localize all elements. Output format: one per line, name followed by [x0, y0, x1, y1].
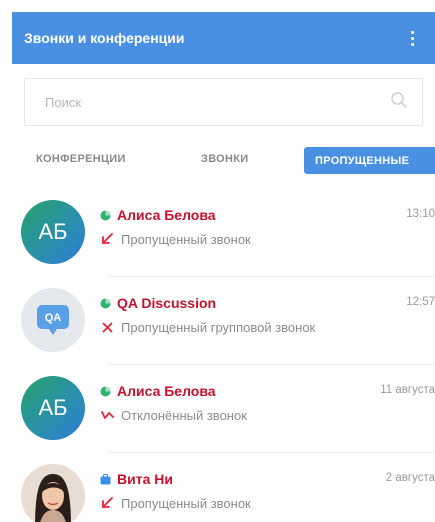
more-dot-icon — [410, 42, 414, 46]
tab-bar: КОНФЕРЕНЦИИ ЗВОНКИ ПРОПУЩЕННЫЕ — [12, 138, 435, 182]
call-description: Пропущенный групповой звонок — [121, 319, 316, 335]
item-content: Алиса Белова 13:10 Пропущенный звонок — [100, 206, 435, 247]
call-time: 13:10 — [406, 208, 435, 220]
chat-bubble-icon: QA — [37, 305, 69, 335]
online-status-icon — [100, 210, 111, 221]
call-description: Пропущенный звонок — [121, 495, 251, 511]
declined-call-icon — [100, 408, 114, 422]
contact-name: Вита Ни — [117, 471, 173, 487]
item-content: Вита Ни 2 августа Пропущенный звонок — [100, 470, 435, 511]
list-item[interactable]: Вита Ни 2 августа Пропущенный звонок — [12, 452, 435, 522]
more-dot-icon — [410, 36, 414, 40]
online-status-icon — [100, 298, 111, 309]
work-status-icon — [100, 473, 111, 485]
app-header: Звонки и конференции — [12, 12, 435, 64]
calls-app: Звонки и конференции КОНФЕРЕНЦИИ ЗВОНКИ … — [12, 12, 435, 522]
missed-group-call-x-icon — [100, 320, 114, 334]
contact-name: Алиса Белова — [117, 207, 216, 223]
page-title: Звонки и конференции — [24, 30, 185, 46]
tab-calls[interactable]: ЗВОНКИ — [201, 153, 248, 165]
avatar-initials: АБ — [38, 395, 68, 420]
user-photo-icon — [21, 464, 85, 522]
avatar-label: QA — [45, 312, 62, 324]
contact-name: Алиса Белова — [117, 383, 216, 399]
item-content: Алиса Белова 11 августа Отклонённый звон… — [100, 382, 435, 423]
avatar: QA — [21, 288, 85, 352]
call-list: АБ Алиса Белова 13:10 Пропущенный звонок — [12, 188, 435, 522]
call-time: 12:57 — [406, 296, 435, 308]
avatar — [21, 464, 85, 522]
contact-name: QA Discussion — [117, 295, 217, 311]
missed-call-arrow-icon — [100, 232, 114, 246]
avatar-initials: АБ — [38, 219, 68, 244]
avatar: АБ — [21, 200, 85, 264]
more-menu-button[interactable] — [403, 26, 421, 50]
list-item[interactable]: АБ Алиса Белова 11 августа Отклонённый з… — [12, 364, 435, 452]
call-description: Пропущенный звонок — [121, 231, 251, 247]
tab-conferences[interactable]: КОНФЕРЕНЦИИ — [36, 153, 126, 165]
list-item[interactable]: QA QA Discussion 12:57 Пропущенный групп… — [12, 276, 435, 364]
online-status-icon — [100, 386, 111, 397]
search-icon[interactable] — [390, 91, 408, 114]
missed-call-arrow-icon — [100, 496, 114, 510]
list-item[interactable]: АБ Алиса Белова 13:10 Пропущенный звонок — [12, 188, 435, 276]
call-time: 2 августа — [385, 472, 435, 484]
item-content: QA Discussion 12:57 Пропущенный группово… — [100, 294, 435, 335]
search-input[interactable] — [45, 94, 345, 110]
search-box — [24, 78, 423, 126]
avatar: АБ — [21, 376, 85, 440]
search-container — [12, 64, 435, 126]
call-description: Отклонённый звонок — [121, 407, 247, 423]
tab-missed[interactable]: ПРОПУЩЕННЫЕ — [304, 147, 435, 174]
more-dot-icon — [410, 30, 414, 34]
call-time: 11 августа — [380, 384, 435, 396]
